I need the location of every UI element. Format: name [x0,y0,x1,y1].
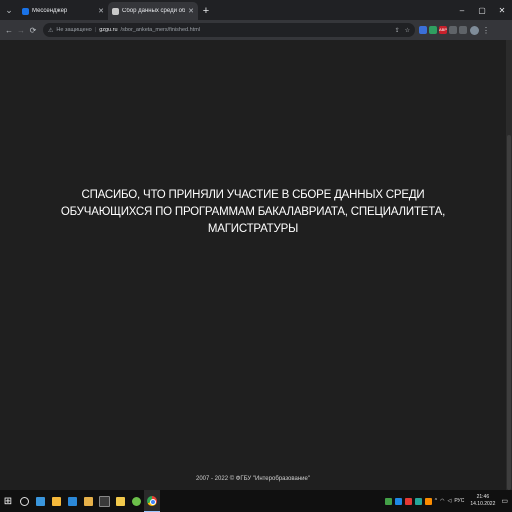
messenger-favicon-icon [22,7,29,15]
profile-avatar[interactable] [470,25,479,35]
page-scrollbar[interactable] [506,40,512,490]
tray-red-icon[interactable] [404,497,412,505]
clock-date: 14.10.2022 [470,501,496,507]
extension-blue-icon[interactable] [419,26,427,34]
share-icon[interactable]: ⇪ [395,27,400,34]
url-host[interactable]: gzgu.ru [99,27,117,33]
tab-messenger[interactable]: Мессенджер ✕ [18,2,108,20]
tray-teal-icon[interactable] [414,497,422,505]
not-secure-icon[interactable]: ⚠ [48,27,53,34]
system-tray: ^ ◠ ◁ РУС 21:46 14.10.2022 ▭ [384,494,512,508]
tab-close-icon[interactable]: ✕ [98,7,104,15]
app-mail-icon[interactable] [64,490,80,512]
separator: | [94,27,97,33]
address-bar-actions: ⇪ ☆ [395,27,410,34]
app-terminal-icon[interactable] [96,490,112,512]
task-view-icon[interactable] [32,490,48,512]
tab-title: Сбор данных среди обучающ [122,8,186,14]
minimize-button[interactable]: – [452,6,472,15]
windows-taskbar: ⊞ ^ ◠ ◁ РУС 21:46 14.10.2022 ▭ [0,490,512,512]
app-folder-icon[interactable] [80,490,96,512]
browser-tab-bar: ⌄ Мессенджер ✕ Сбор данных среди обучающ… [0,0,512,20]
new-tab-button[interactable]: + [198,2,214,20]
tab-search-icon[interactable]: ⌄ [0,0,18,20]
url-path[interactable]: /sbor_anketa_mers/finished.html [121,27,200,33]
bookmark-star-icon[interactable]: ☆ [405,27,410,34]
volume-icon[interactable]: ◁ [447,498,451,504]
clock-time: 21:46 [476,494,490,500]
page-content [0,40,506,490]
app-green-icon[interactable] [128,490,144,512]
tray-green-icon[interactable] [384,497,392,505]
tray-orange-icon[interactable] [424,497,432,505]
browser-toolbar: ← → ⟳ ⚠ Не защищено | gzgu.ru/sbor_anket… [0,20,512,40]
close-window-button[interactable]: ✕ [492,6,512,15]
extension-abp-icon[interactable]: ABP [439,26,447,34]
scrollbar-thumb[interactable] [507,135,511,490]
security-label[interactable]: Не защищено [56,27,91,33]
tray-blue-icon[interactable] [394,497,402,505]
extensions-puzzle-icon[interactable] [459,26,467,34]
app-explorer-icon[interactable] [48,490,64,512]
extensions-area: ABP [419,26,467,34]
search-icon[interactable] [16,490,32,512]
start-button[interactable]: ⊞ [0,490,16,512]
app-files-icon[interactable] [112,490,128,512]
window-controls: – ▢ ✕ [452,0,512,20]
browser-menu-icon[interactable]: ⋮ [482,26,490,35]
page-favicon-icon [112,7,119,15]
maximize-button[interactable]: ▢ [472,6,492,15]
page-footer: 2007 - 2022 © ФГБУ "Интеробразование" [196,476,310,482]
language-indicator[interactable]: РУС [454,498,464,504]
chrome-taskbar-icon[interactable] [144,490,160,512]
extension-gray-icon[interactable] [449,26,457,34]
tab-title: Мессенджер [32,8,68,14]
back-button[interactable]: ← [3,26,15,35]
clock[interactable]: 21:46 14.10.2022 [470,494,495,508]
chevron-up-icon[interactable]: ^ [435,498,437,504]
thank-you-message: СПАСИБО, ЧТО ПРИНЯЛИ УЧАСТИЕ В СБОРЕ ДАН… [60,189,446,235]
address-bar[interactable]: ⚠ Не защищено | gzgu.ru/sbor_anketa_mers… [43,23,415,37]
extension-green-icon[interactable] [429,26,437,34]
network-icon[interactable]: ◠ [440,498,444,504]
tab-survey[interactable]: Сбор данных среди обучающ ✕ [108,2,198,20]
reload-button[interactable]: ⟳ [27,26,39,35]
forward-button[interactable]: → [15,26,27,35]
tab-close-icon[interactable]: ✕ [188,7,194,15]
notifications-icon[interactable]: ▭ [501,497,508,505]
